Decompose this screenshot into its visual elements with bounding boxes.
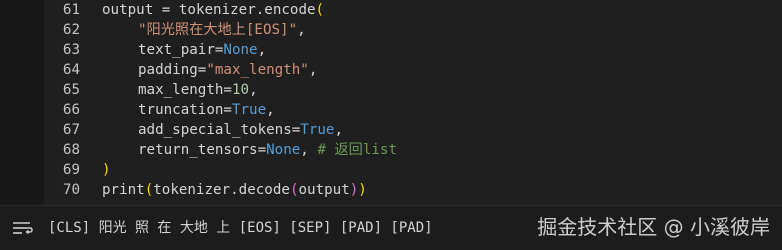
- code-line[interactable]: 69): [44, 160, 782, 180]
- line-number: 66: [62, 102, 80, 118]
- code-line[interactable]: 67 add_special_tokens=True,: [44, 120, 782, 140]
- watermark-text: 掘金技术社区 @ 小溪彼岸: [537, 215, 770, 239]
- code-token: True: [300, 122, 335, 138]
- code-line[interactable]: 61 output = tokenizer.encode(: [44, 0, 782, 20]
- line-number: 68: [62, 142, 80, 158]
- code-text: ): [102, 160, 111, 180]
- code-token: print: [102, 182, 145, 198]
- code-editor[interactable]: 61 output = tokenizer.encode(62 "阳光照在大地上[E…: [0, 0, 782, 205]
- code-text: text_pair=None,: [102, 40, 266, 60]
- code-text: print(tokenizer.decode(output)): [102, 180, 367, 200]
- code-token: ): [349, 182, 359, 198]
- code-token: (: [144, 182, 154, 198]
- code-token: ,: [257, 42, 267, 58]
- code-token: add_special_tokens=: [138, 122, 301, 138]
- code-text: truncation=True,: [102, 100, 275, 120]
- code-token: ): [102, 162, 111, 178]
- line-number: 70: [62, 182, 80, 198]
- code-token: ,: [308, 62, 318, 78]
- code-text: "阳光照在大地上[EOS]",: [102, 20, 306, 40]
- code-token: "max_length": [206, 62, 309, 78]
- code-token: ,: [300, 142, 318, 158]
- code-text: add_special_tokens=True,: [102, 120, 343, 140]
- code-text: padding="max_length",: [102, 60, 317, 80]
- code-token: output: [298, 182, 350, 198]
- code-token: None: [266, 142, 301, 158]
- output-panel: [CLS] 阳光 照 在 大地 上 [EOS] [SEP] [PAD] [PAD…: [0, 205, 782, 250]
- code-token: # 返回list: [317, 142, 398, 158]
- editor-gutter: [0, 0, 44, 205]
- code-lines[interactable]: 61 output = tokenizer.encode(62 "阳光照在大地上[E…: [44, 0, 782, 205]
- line-number: 62: [62, 22, 80, 38]
- code-token: ,: [266, 102, 275, 118]
- code-token: "阳光照在大地上[EOS]": [138, 22, 298, 38]
- code-token: (: [315, 2, 325, 18]
- code-line[interactable]: 66 truncation=True,: [44, 100, 782, 120]
- code-line[interactable]: 63 text_pair=None,: [44, 40, 782, 60]
- line-number: 65: [62, 82, 80, 98]
- code-text: return_tensors=None, # 返回list: [102, 140, 397, 160]
- code-token: ,: [249, 82, 258, 98]
- line-number: 61: [62, 2, 80, 18]
- output-text: [CLS] 阳光 照 在 大地 上 [EOS] [SEP] [PAD] [PAD…: [48, 220, 433, 236]
- code-token: 10: [231, 82, 250, 98]
- line-number: 63: [62, 42, 80, 58]
- code-token: return_tensors=: [138, 142, 267, 158]
- code-line[interactable]: 64 padding="max_length",: [44, 60, 782, 80]
- code-token: True: [231, 102, 267, 118]
- code-line[interactable]: 70 print(tokenizer.decode(output)): [44, 180, 782, 200]
- code-token: output = tokenizer.encode: [102, 2, 316, 18]
- code-token: None: [223, 42, 258, 58]
- output-lines-icon: [12, 220, 34, 236]
- code-line[interactable]: 65 max_length=10,: [44, 80, 782, 100]
- line-number: 64: [62, 62, 80, 78]
- code-line[interactable]: 62 "阳光照在大地上[EOS]",: [44, 20, 782, 40]
- line-number: 67: [62, 122, 80, 138]
- code-token: tokenizer.decode: [153, 182, 290, 198]
- code-text: max_length=10,: [102, 80, 258, 100]
- code-token: text_pair=: [138, 42, 224, 58]
- code-token: ,: [334, 122, 344, 138]
- code-text: output = tokenizer.encode(: [102, 0, 324, 20]
- code-token: max_length=: [138, 82, 232, 98]
- code-token: ,: [297, 22, 306, 38]
- line-number: 69: [62, 162, 80, 178]
- code-token: truncation=: [138, 102, 232, 118]
- code-token: ): [358, 182, 367, 198]
- code-line[interactable]: 68 return_tensors=None, # 返回list: [44, 140, 782, 160]
- code-token: padding=: [138, 62, 207, 78]
